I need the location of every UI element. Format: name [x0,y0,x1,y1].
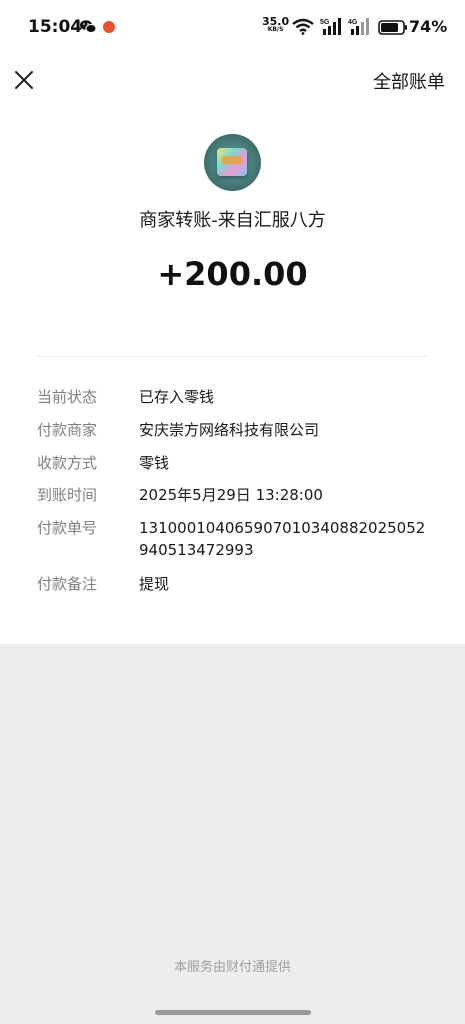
transaction-amount: +200.00 [157,255,308,293]
divider [37,356,428,357]
detail-value: 安庆崇方网络科技有限公司 [139,421,320,439]
net-speed: 35.0 KB/S [262,16,289,34]
detail-label: 付款商家 [37,421,98,439]
detail-label: 付款单号 [37,519,98,537]
wechat-icon [80,20,96,33]
nav-bar: 全部账单 [0,54,465,108]
home-indicator[interactable] [155,1010,311,1015]
signal-4g-label: 4G [348,19,358,26]
detail-value: 提现 [139,575,170,593]
detail-label: 到账时间 [37,486,98,504]
status-bar: 15:04 35.0 KB/S 5G 4G 74% [0,0,465,54]
service-provider-footer: 本服务由财付通提供 [173,960,291,975]
status-time: 15:04 [28,17,83,37]
transaction-card: 商家转账-来自汇服八方 +200.00 当前状态 已存入零钱 付款商家 安庆崇方… [0,108,465,644]
detail-value: 2025年5月29日 13:28:00 [139,486,323,504]
transaction-title: 商家转账-来自汇服八方 [139,210,326,231]
notification-app-icon [103,21,115,33]
detail-label: 当前状态 [37,388,98,406]
detail-value: 1310001040659070103408820250529405134729… [139,519,426,559]
close-icon[interactable] [10,66,38,94]
merchant-logo-icon [217,148,247,176]
all-bills-link[interactable]: 全部账单 [373,68,445,94]
detail-label: 收款方式 [37,454,98,472]
wifi-icon [292,18,314,35]
detail-label: 付款备注 [37,575,98,593]
battery-percent: 74% [409,17,448,36]
detail-value: 已存入零钱 [139,388,215,406]
signal-5g-label: 5G [320,19,330,26]
battery-icon [378,20,407,35]
detail-value: 零钱 [139,454,170,472]
signal-icon: 4G [348,18,369,35]
merchant-avatar [204,134,261,191]
signal-icon: 5G [320,18,341,35]
